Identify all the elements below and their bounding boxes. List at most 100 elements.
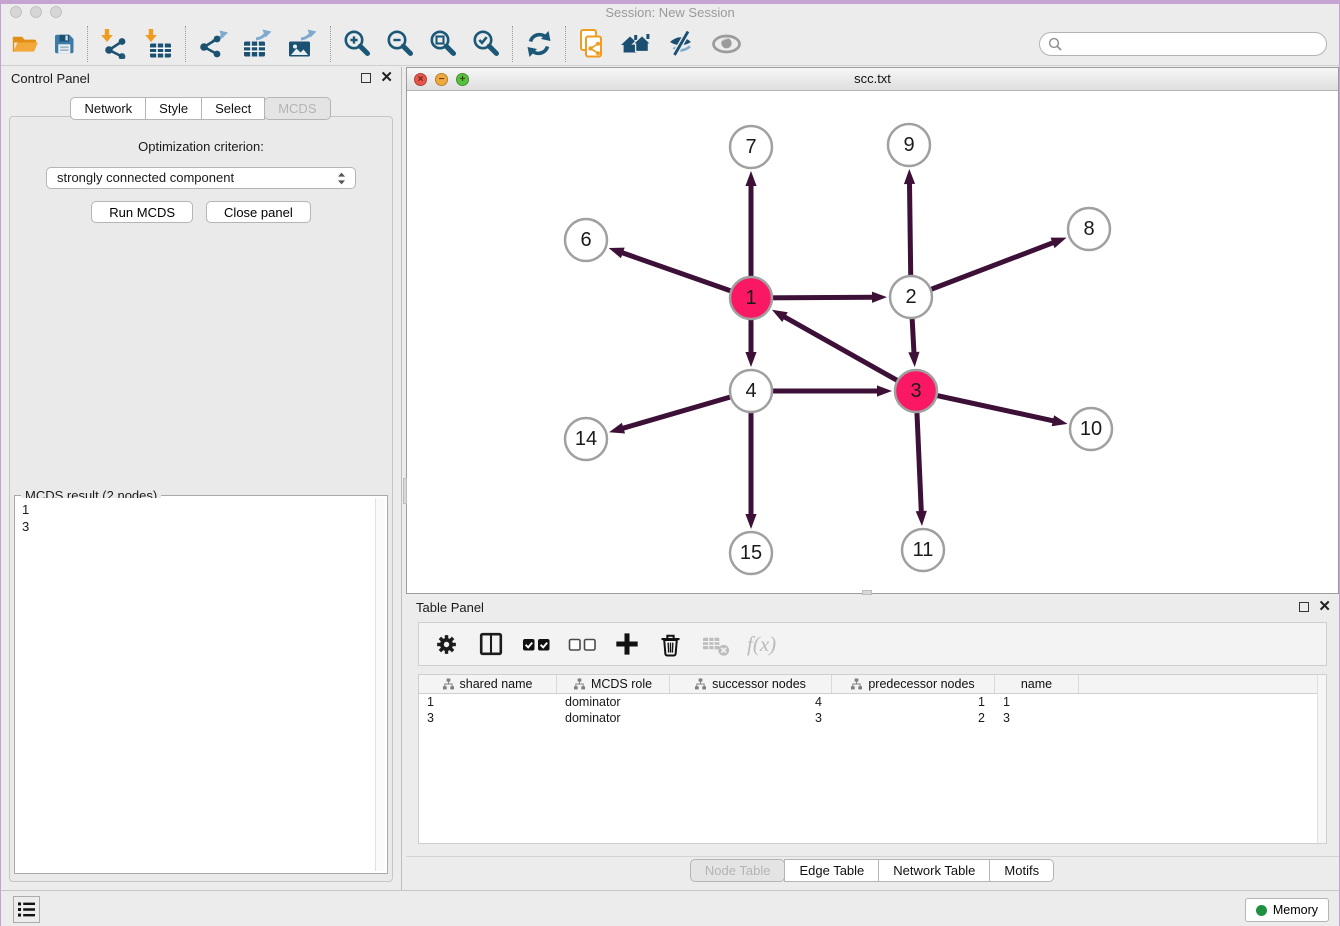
export-image-button[interactable] xyxy=(287,28,319,59)
memory-label: Memory xyxy=(1273,903,1318,917)
graph-node-6[interactable]: 6 xyxy=(565,219,607,261)
column-header-name[interactable]: name xyxy=(995,675,1079,693)
import-network-button[interactable] xyxy=(99,28,130,59)
select-all-columns-button[interactable] xyxy=(522,635,551,654)
clone-network-button[interactable] xyxy=(577,28,606,59)
tab-network[interactable]: Network xyxy=(70,97,146,120)
zoom-out-button[interactable] xyxy=(385,29,415,59)
graph-edge-arrowhead xyxy=(609,248,625,259)
cell-successor-nodes: 4 xyxy=(670,695,832,709)
graph-node-15[interactable]: 15 xyxy=(730,532,772,574)
network-view-window: × − + scc.txt 7968124314101511 xyxy=(406,67,1339,594)
zoom-selected-icon xyxy=(471,29,501,59)
column-header-shared-name[interactable]: shared name xyxy=(419,675,557,693)
table-scrollbar[interactable] xyxy=(1317,675,1326,843)
control-panel-float-button[interactable] xyxy=(361,73,371,83)
graph-edge-arrowhead xyxy=(745,171,756,186)
dropdown-spinner-icon xyxy=(333,170,350,187)
zoom-in-button[interactable] xyxy=(342,29,372,59)
run-mcds-button[interactable]: Run MCDS xyxy=(91,201,193,223)
show-all-button[interactable] xyxy=(710,33,743,55)
splitter-handle-horizontal[interactable] xyxy=(862,590,872,595)
table-panel-tabs: Node TableEdge TableNetwork TableMotifs xyxy=(406,859,1339,882)
delete-column-button[interactable] xyxy=(657,630,684,658)
control-panel-close-button[interactable]: ✕ xyxy=(380,71,393,85)
table-columns-button[interactable] xyxy=(477,630,505,658)
memory-button[interactable]: Memory xyxy=(1245,898,1329,922)
save-session-button[interactable] xyxy=(52,32,76,56)
hierarchy-icon xyxy=(695,678,706,690)
graph-node-label: 4 xyxy=(745,380,756,402)
memory-status-dot xyxy=(1256,905,1267,916)
tab-mcds[interactable]: MCDS xyxy=(264,97,330,120)
tab-edge-table[interactable]: Edge Table xyxy=(784,859,879,882)
table-row[interactable]: 3dominator323 xyxy=(419,710,1326,726)
home-button[interactable] xyxy=(619,31,653,56)
function-builder-button[interactable]: f(x) xyxy=(747,632,776,657)
zoom-fit-button[interactable] xyxy=(428,29,458,59)
column-header-successor-nodes[interactable]: successor nodes xyxy=(670,675,832,693)
tab-node-table[interactable]: Node Table xyxy=(690,859,786,882)
node-table: shared nameMCDS rolesuccessor nodesprede… xyxy=(418,674,1327,844)
open-session-button[interactable] xyxy=(12,32,39,55)
gear-icon xyxy=(433,631,460,658)
optimization-criterion-label: Optimization criterion: xyxy=(10,139,392,154)
graph-node-11[interactable]: 11 xyxy=(902,529,944,571)
export-network-button[interactable] xyxy=(197,28,229,59)
splitter-handle-vertical[interactable] xyxy=(403,478,407,504)
mcds-result-scrollbar[interactable] xyxy=(375,498,385,871)
criterion-dropdown[interactable]: strongly connected component xyxy=(46,167,356,189)
tab-motifs[interactable]: Motifs xyxy=(989,859,1054,882)
control-panel-title: Control Panel xyxy=(11,71,90,86)
houses-icon xyxy=(619,31,653,56)
tab-network-table[interactable]: Network Table xyxy=(878,859,990,882)
search-icon xyxy=(1048,37,1062,51)
table-toolbar: f(x) xyxy=(418,622,1327,666)
export-table-button[interactable] xyxy=(242,28,274,59)
column-header-predecessor-nodes[interactable]: predecessor nodes xyxy=(832,675,995,693)
graph-edge-3-1[interactable] xyxy=(783,316,916,391)
graph-node-8[interactable]: 8 xyxy=(1068,208,1110,250)
save-icon xyxy=(52,32,76,56)
column-header-MCDS-role[interactable]: MCDS role xyxy=(557,675,670,693)
search-input[interactable] xyxy=(1062,37,1318,51)
graph-edge-arrowhead xyxy=(1051,238,1067,249)
control-panel-tabs: NetworkStyleSelectMCDS xyxy=(1,97,401,120)
graph-node-4[interactable]: 4 xyxy=(730,370,772,412)
hide-selected-button[interactable] xyxy=(666,29,697,58)
export-table-icon xyxy=(242,28,274,59)
tab-style[interactable]: Style xyxy=(145,97,202,120)
table-panel-close-button[interactable]: ✕ xyxy=(1318,600,1331,614)
table-row[interactable]: 1dominator411 xyxy=(419,694,1326,710)
graph-edge-2-8[interactable] xyxy=(911,242,1054,297)
cell-MCDS-role: dominator xyxy=(557,711,670,725)
delete-table-button[interactable] xyxy=(701,632,730,657)
graph-node-9[interactable]: 9 xyxy=(888,124,930,166)
zoom-fit-icon xyxy=(428,29,458,59)
add-column-button[interactable] xyxy=(614,631,640,657)
graph-node-3[interactable]: 3 xyxy=(895,370,937,412)
plus-icon xyxy=(614,631,640,657)
table-panel-float-button[interactable] xyxy=(1299,602,1309,612)
workspace: × − + scc.txt 7968124314101511 Table Pan… xyxy=(402,67,1339,890)
mcds-result-text[interactable]: 1 3 xyxy=(17,498,375,871)
graph-node-2[interactable]: 2 xyxy=(890,276,932,318)
import-table-icon xyxy=(143,28,174,59)
deselect-all-columns-button[interactable] xyxy=(568,635,597,654)
zoom-selected-button[interactable] xyxy=(471,29,501,59)
network-canvas[interactable]: 7 9 6 8 1 2 4 3 14 10 15 11 xyxy=(407,92,1338,593)
import-network-icon xyxy=(99,28,130,59)
cell-shared-name: 3 xyxy=(419,711,557,725)
refresh-button[interactable] xyxy=(524,29,554,59)
graph-node-10[interactable]: 10 xyxy=(1070,408,1112,450)
import-table-button[interactable] xyxy=(143,28,174,59)
task-history-button[interactable] xyxy=(13,896,40,923)
graph-node-7[interactable]: 7 xyxy=(730,126,772,168)
graph-node-14[interactable]: 14 xyxy=(565,418,607,460)
table-panel-header: Table Panel ✕ xyxy=(406,596,1339,620)
table-settings-button[interactable] xyxy=(433,631,460,658)
fx-icon: f(x) xyxy=(747,632,776,657)
tab-select[interactable]: Select xyxy=(201,97,265,120)
graph-node-1[interactable]: 1 xyxy=(730,277,772,319)
close-panel-button[interactable]: Close panel xyxy=(206,201,311,223)
